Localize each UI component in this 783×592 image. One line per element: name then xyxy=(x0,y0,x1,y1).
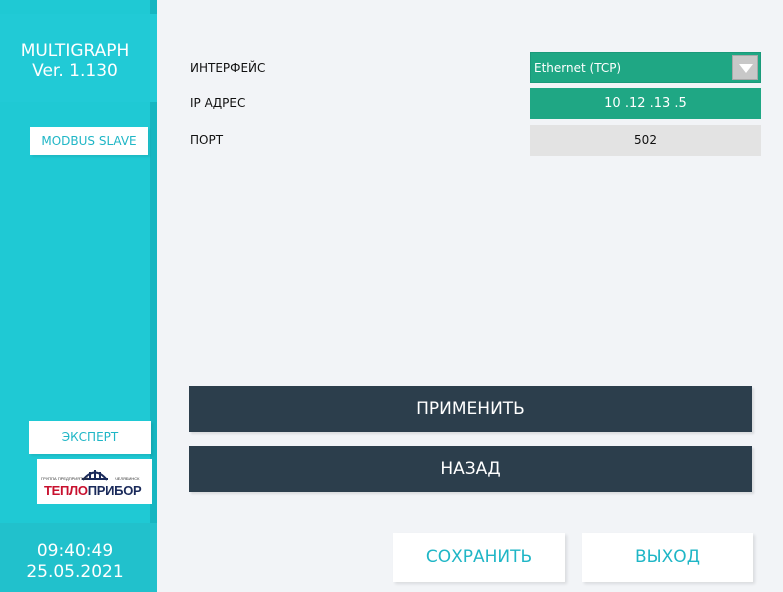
interface-label: ИНТЕРФЕЙС xyxy=(190,61,266,75)
company-logo: ГРУППА ПРЕДПРИЯТИЙ ЧЕЛЯБИНСК ТЕПЛОПРИБОР xyxy=(37,459,152,504)
logo-city-text: ЧЕЛЯБИНСК xyxy=(115,476,140,481)
clock-date: 25.05.2021 xyxy=(26,562,124,582)
exit-button[interactable]: ВЫХОД xyxy=(582,533,753,582)
save-button[interactable]: СОХРАНИТЬ xyxy=(393,533,565,582)
interface-select[interactable]: Ethernet (TCP) xyxy=(530,52,761,83)
ip-address-label: IP АДРЕС xyxy=(190,96,246,110)
expert-button[interactable]: ЭКСПЕРТ xyxy=(29,421,151,454)
app-version: Ver. 1.130 xyxy=(32,61,118,81)
logo-brand: ТЕПЛОПРИБОР xyxy=(44,483,142,498)
interface-select-value: Ethernet (TCP) xyxy=(534,61,622,75)
modbus-slave-button[interactable]: MODBUS SLAVE xyxy=(30,127,148,155)
clock-time: 09:40:49 xyxy=(36,541,114,561)
logo-brand-dark: ПРИБОР xyxy=(87,483,142,498)
dropdown-arrow-icon[interactable] xyxy=(732,55,758,80)
back-button[interactable]: НАЗАД xyxy=(189,446,752,492)
port-field[interactable]: 502 xyxy=(530,125,761,156)
app-title: MULTIGRAPH xyxy=(20,41,130,61)
apply-button[interactable]: ПРИМЕНИТЬ xyxy=(189,386,752,432)
logo-group-text: ГРУППА ПРЕДПРИЯТИЙ xyxy=(41,476,89,481)
ip-address-field[interactable]: 10 .12 .13 .5 xyxy=(530,88,761,119)
port-label: ПОРТ xyxy=(190,133,224,147)
logo-brand-red: ТЕПЛО xyxy=(44,483,88,498)
